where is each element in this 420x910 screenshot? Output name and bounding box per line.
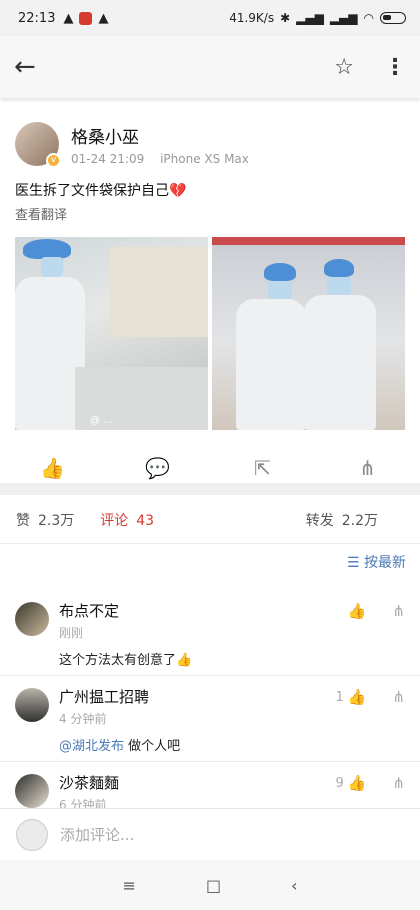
- app-badge-icon: [79, 11, 93, 25]
- post-text: 医生拆了文件袋保护自己💔: [15, 180, 405, 200]
- post-device: iPhone XS Max: [160, 151, 249, 166]
- app-bar: ← ☆ ⋮: [0, 36, 420, 98]
- doctor-figure: [236, 299, 306, 430]
- translate-link[interactable]: 查看翻译: [15, 204, 405, 223]
- post: v 格桑小巫 01-24 21:09 iPhone XS Max 医生拆了文件袋…: [0, 108, 420, 492]
- avatar[interactable]: [15, 774, 49, 808]
- avatar[interactable]: [15, 688, 49, 722]
- thumbs-up-emoji: 👍: [176, 653, 193, 668]
- warning-icon: ▲: [63, 10, 74, 26]
- tab-comments[interactable]: 评论 43: [100, 510, 154, 530]
- more-options-icon[interactable]: ⋮: [384, 55, 406, 80]
- battery-icon: [380, 12, 406, 24]
- face-mask-shape: [41, 257, 63, 277]
- status-right: 41.9K/s ✱ ▂▄▆ ▂▄▆ ◠: [229, 11, 406, 25]
- sort-icon: ☰: [346, 555, 360, 571]
- share-icon[interactable]: ⋔: [392, 774, 405, 792]
- broken-heart-icon: 💔: [169, 183, 187, 199]
- menu-icon[interactable]: ≡: [123, 876, 136, 895]
- comment-composer[interactable]: 添加评论...: [0, 808, 420, 860]
- scrub-cap-shape: [23, 239, 71, 259]
- author-meta: 01-24 21:09 iPhone XS Max: [71, 152, 261, 166]
- hd-signal-icon: ▂▄▆: [329, 11, 358, 25]
- comment-item: 广州揾工招聘 4 分钟前 @湖北发布 做个人吧 1 👍 ⋔: [0, 676, 420, 762]
- face-mask-shape: [268, 281, 292, 299]
- sort-label: 按最新: [364, 555, 406, 571]
- warning-icon: ▲: [98, 10, 109, 26]
- status-time: 22:13: [18, 10, 56, 26]
- verified-badge-icon: v: [46, 153, 61, 168]
- shelf-shape: [110, 247, 208, 337]
- like-icon[interactable]: 👍: [348, 688, 367, 706]
- comment-like-count: 9: [335, 775, 344, 791]
- star-icon[interactable]: ☆: [334, 55, 354, 80]
- post-photo-2[interactable]: [212, 237, 405, 430]
- system-nav-bar: ≡ □ ‹: [0, 860, 420, 910]
- comment-input[interactable]: 添加评论...: [60, 824, 134, 845]
- bluetooth-icon: ✱: [280, 11, 291, 25]
- section-divider: [0, 483, 420, 495]
- status-bar: 22:13 ▲ ▲ 41.9K/s ✱ ▂▄▆ ▂▄▆ ◠: [0, 0, 420, 36]
- back-icon[interactable]: ‹: [291, 876, 297, 895]
- comment-tools: 1 👍 ⋔: [335, 688, 405, 706]
- decoration-shape: [212, 237, 405, 245]
- share-icon[interactable]: ⋔: [392, 602, 405, 620]
- like-icon[interactable]: 👍: [348, 602, 367, 620]
- back-arrow-icon[interactable]: ←: [14, 52, 36, 82]
- scrub-cap-shape: [264, 263, 296, 281]
- scrub-cap-shape: [324, 259, 354, 277]
- comment-item: 布点不定 刚刚 这个方法太有创意了👍 👍 ⋔: [0, 590, 420, 676]
- avatar: [16, 818, 48, 851]
- photo-watermark: @ ...: [90, 415, 113, 426]
- post-photo-1[interactable]: @ ...: [15, 237, 208, 430]
- avatar[interactable]: [15, 602, 49, 636]
- tab-reposts[interactable]: 转发 2.2万: [306, 510, 378, 530]
- comment-text: 这个方法太有创意了👍: [59, 653, 193, 668]
- face-mask-shape: [327, 277, 351, 295]
- home-icon[interactable]: □: [206, 876, 221, 895]
- comment-time: 刚刚: [59, 626, 84, 640]
- comment-like-count: 1: [335, 689, 344, 705]
- post-photos: @ ...: [15, 237, 405, 430]
- tab-likes[interactable]: 赞 2.3万: [16, 510, 74, 530]
- comment-text: @湖北发布 做个人吧: [59, 739, 181, 754]
- doctor-figure: [304, 295, 376, 430]
- sort-button[interactable]: ☰ 按最新: [0, 552, 420, 580]
- mention-link[interactable]: @湖北发布: [59, 739, 124, 754]
- network-speed: 41.9K/s: [229, 11, 275, 25]
- like-icon[interactable]: 👍: [33, 456, 73, 480]
- repost-icon[interactable]: ⇱: [243, 456, 283, 480]
- post-author: v 格桑小巫 01-24 21:09 iPhone XS Max: [0, 108, 420, 168]
- comment-time: 4 分钟前: [59, 712, 107, 726]
- comment-icon[interactable]: 💬: [138, 456, 178, 480]
- wifi-icon: ◠: [363, 11, 374, 25]
- post-text-body: 医生拆了文件袋保护自己: [15, 183, 169, 199]
- signal-icon: ▂▄▆: [296, 11, 324, 25]
- author-name[interactable]: 格桑小巫: [71, 123, 261, 148]
- comment-tools: 9 👍 ⋔: [335, 774, 405, 792]
- post-time: 01-24 21:09: [71, 151, 145, 166]
- share-icon[interactable]: ⋔: [348, 456, 388, 480]
- comment-tools: 👍 ⋔: [344, 602, 405, 620]
- stats-bar: 赞 2.3万 评论 43 转发 2.2万: [0, 496, 420, 544]
- like-icon[interactable]: 👍: [348, 774, 367, 792]
- author-avatar[interactable]: v: [15, 122, 61, 168]
- share-icon[interactable]: ⋔: [392, 688, 405, 706]
